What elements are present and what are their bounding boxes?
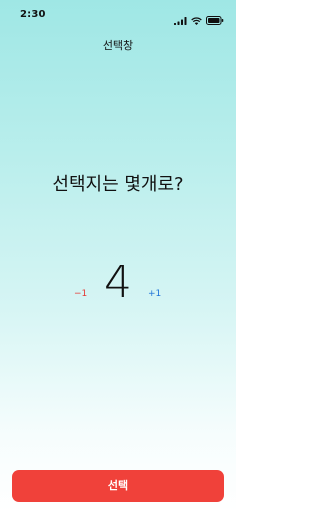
app-screen: 2:30 선택창 선택지는 몇개로? −1 4 +1 선택	[0, 0, 236, 512]
battery-icon	[206, 10, 224, 29]
select-button[interactable]: 선택	[12, 470, 224, 502]
decrement-button[interactable]: −1	[74, 289, 87, 299]
status-time: 2:30	[20, 9, 46, 20]
option-count-value: 4	[104, 257, 132, 308]
option-count-stepper: −1 4 +1	[0, 253, 236, 313]
signal-icon	[174, 10, 187, 29]
question-text: 선택지는 몇개로?	[52, 174, 184, 195]
status-icons	[174, 10, 224, 29]
page-title: 선택창	[102, 39, 134, 52]
status-bar: 2:30	[0, 0, 236, 30]
wifi-icon	[191, 10, 202, 29]
increment-button[interactable]: +1	[148, 289, 161, 299]
